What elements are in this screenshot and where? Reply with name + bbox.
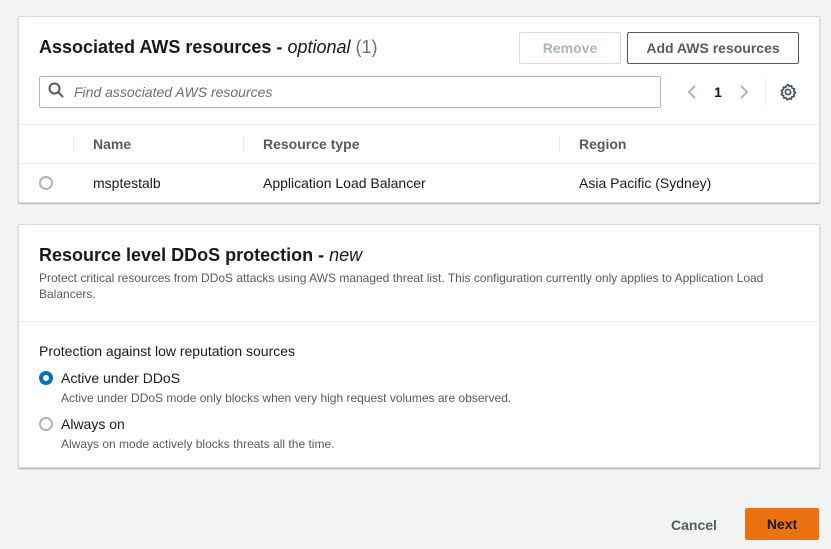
table-header: Name Resource type Region [19,124,819,164]
resources-panel-title: Associated AWS resources - optional (1) [39,37,378,58]
next-page-icon[interactable] [731,76,757,108]
add-aws-resources-button[interactable]: Add AWS resources [627,32,799,64]
resources-title-optional: optional [287,37,351,57]
search-box[interactable] [39,76,661,108]
next-button[interactable]: Next [745,508,819,540]
column-header-name[interactable]: Name [93,125,131,163]
resource-region: Asia Pacific (Sydney) [579,175,712,191]
ddos-title-new: new [329,245,363,265]
associated-resources-panel: Associated AWS resources - optional (1) … [18,16,820,203]
search-icon [48,82,64,103]
current-page-number[interactable]: 1 [705,84,731,100]
resource-name: msptestalb [93,175,161,191]
column-header-region[interactable]: Region [579,125,626,163]
protection-field-label: Protection against low reputation source… [39,343,296,359]
resources-title-text: Associated AWS resources - [39,37,283,57]
option-active-under-ddos[interactable]: Active under DDoS Active under DDoS mode… [39,369,511,406]
option-description: Active under DDoS mode only blocks when … [61,391,512,405]
pagination: 1 [679,76,798,108]
table-row[interactable]: msptestalb Application Load Balancer Asi… [19,164,819,202]
column-divider [243,135,244,153]
ddos-protection-panel: Resource level DDoS protection - new Pro… [18,224,820,468]
remove-button[interactable]: Remove [519,32,621,64]
ddos-panel-header: Resource level DDoS protection - new Pro… [19,225,819,322]
option-title: Always on [61,416,125,432]
ddos-panel-title: Resource level DDoS protection - new [39,245,362,266]
gear-icon[interactable] [778,82,798,102]
column-divider [73,135,74,153]
search-input[interactable] [74,84,634,100]
resource-type: Application Load Balancer [263,175,426,191]
option-description: Always on mode actively blocks threats a… [61,437,335,451]
ddos-description: Protect critical resources from DDoS att… [39,271,764,301]
row-select-cell [39,164,53,202]
ddos-title-text: Resource level DDoS protection - [39,245,325,265]
resources-count: (1) [355,37,378,57]
cancel-button[interactable]: Cancel [660,509,728,541]
column-divider [559,135,560,153]
pager-divider [765,78,766,106]
column-header-resource-type[interactable]: Resource type [263,125,359,163]
always-on-radio[interactable] [39,417,53,431]
row-select-radio[interactable] [39,176,53,190]
option-always-on[interactable]: Always on Always on mode actively blocks… [39,415,334,452]
previous-page-icon[interactable] [679,76,705,108]
option-title: Active under DDoS [61,370,181,386]
active-under-ddos-radio[interactable] [39,371,53,385]
